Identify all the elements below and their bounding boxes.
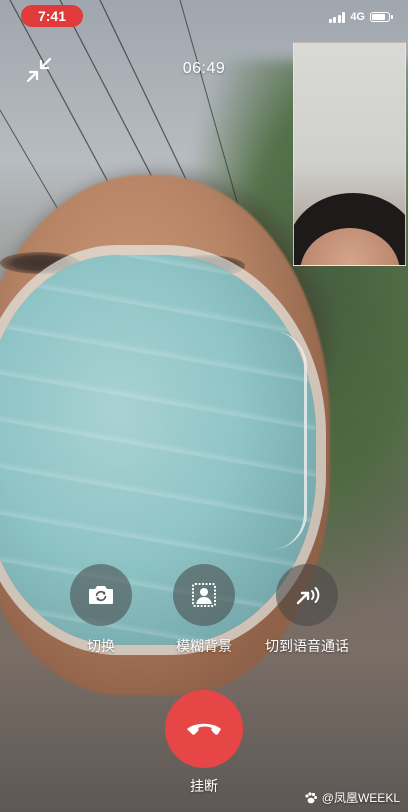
watermark: @凤凰WEEKL <box>304 789 400 806</box>
switch-camera-button[interactable]: 切换 <box>70 564 132 656</box>
self-view-pip[interactable] <box>293 42 406 266</box>
hangup-circle[interactable] <box>165 690 243 768</box>
hangup-button[interactable]: 挂断 <box>164 690 244 796</box>
mask-strap <box>270 330 307 550</box>
signal-icon <box>328 11 346 23</box>
camera-switch-icon <box>89 586 113 604</box>
switch-to-audio-button[interactable]: 切到语音通话 <box>265 564 349 656</box>
switch-camera-label: 切换 <box>87 638 115 654</box>
paw-icon <box>305 791 317 803</box>
blur-background-button[interactable]: 模糊背景 <box>173 564 235 656</box>
battery-icon <box>370 12 393 22</box>
status-time: 7:41 <box>37 8 67 24</box>
watermark-text: @凤凰WEEKL <box>321 791 400 805</box>
audio-call-icon <box>296 587 320 605</box>
portrait-blur-icon <box>192 583 216 607</box>
network-type: 4G <box>350 11 365 23</box>
blur-background-label: 模糊背景 <box>176 638 232 654</box>
switch-to-audio-label: 切到语音通话 <box>265 638 349 654</box>
blur-background-circle[interactable] <box>173 564 235 626</box>
status-indicators: 4G <box>328 9 393 25</box>
hangup-label: 挂断 <box>190 778 218 794</box>
phone-hangup-icon <box>187 723 221 735</box>
switch-camera-circle[interactable] <box>70 564 132 626</box>
status-time-pill: 7:41 <box>21 5 83 27</box>
remote-face-mask <box>0 255 316 645</box>
switch-to-audio-circle[interactable] <box>276 564 338 626</box>
